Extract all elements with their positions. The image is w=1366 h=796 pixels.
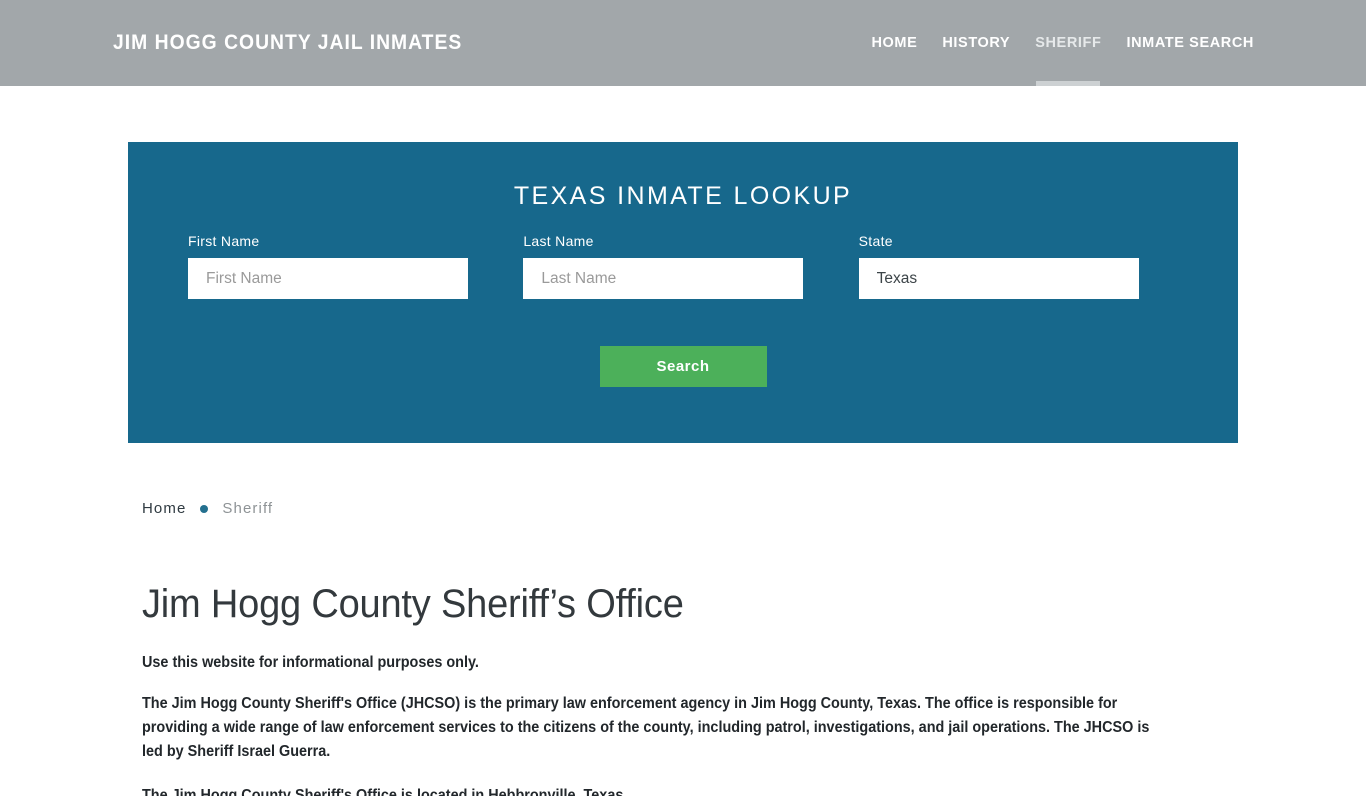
nav-item-sheriff[interactable]: SHERIFF — [1035, 0, 1101, 86]
nav-item-home[interactable]: HOME — [871, 0, 917, 86]
main-navigation: HOME HISTORY SHERIFF INMATE SEARCH — [871, 0, 1254, 86]
next-paragraph-clipped: The Jim Hogg County Sheriff's Office is … — [142, 787, 628, 796]
search-button[interactable]: Search — [599, 346, 767, 387]
page-title: Jim Hogg County Sheriff’s Office — [142, 582, 684, 626]
inmate-lookup-panel: TEXAS INMATE LOOKUP First Name Last Name… — [128, 142, 1238, 443]
breadcrumb-item-home[interactable]: Home — [142, 500, 186, 517]
site-title: JIM HOGG COUNTY JAIL INMATES — [113, 31, 463, 54]
field-first-name: First Name — [180, 233, 515, 299]
last-name-input[interactable] — [523, 258, 804, 299]
first-name-label: First Name — [188, 233, 260, 249]
main-content: Home Sheriff Jim Hogg County Sheriff’s O… — [142, 500, 1232, 796]
site-header: JIM HOGG COUNTY JAIL INMATES HOME HISTOR… — [0, 0, 1366, 86]
state-input[interactable] — [858, 258, 1139, 299]
lookup-panel-title: TEXAS INMATE LOOKUP — [513, 182, 853, 210]
last-name-label: Last Name — [523, 233, 594, 249]
field-last-name: Last Name — [515, 233, 850, 299]
breadcrumb-separator-dot-icon — [200, 504, 209, 513]
disclaimer-text: Use this website for informational purpo… — [142, 654, 479, 671]
first-name-input[interactable] — [188, 258, 468, 299]
nav-item-inmate-search[interactable]: INMATE SEARCH — [1126, 0, 1254, 86]
breadcrumb-item-current: Sheriff — [222, 500, 274, 517]
state-label: State — [858, 233, 893, 249]
field-state: State — [851, 233, 1186, 299]
breadcrumb: Home Sheriff — [142, 500, 1232, 517]
nav-item-history[interactable]: HISTORY — [942, 0, 1010, 86]
search-button-row: Search — [128, 346, 1238, 387]
lookup-fields-row: First Name Last Name State — [128, 211, 1238, 299]
intro-paragraph: The Jim Hogg County Sheriff's Office (JH… — [142, 695, 1150, 760]
